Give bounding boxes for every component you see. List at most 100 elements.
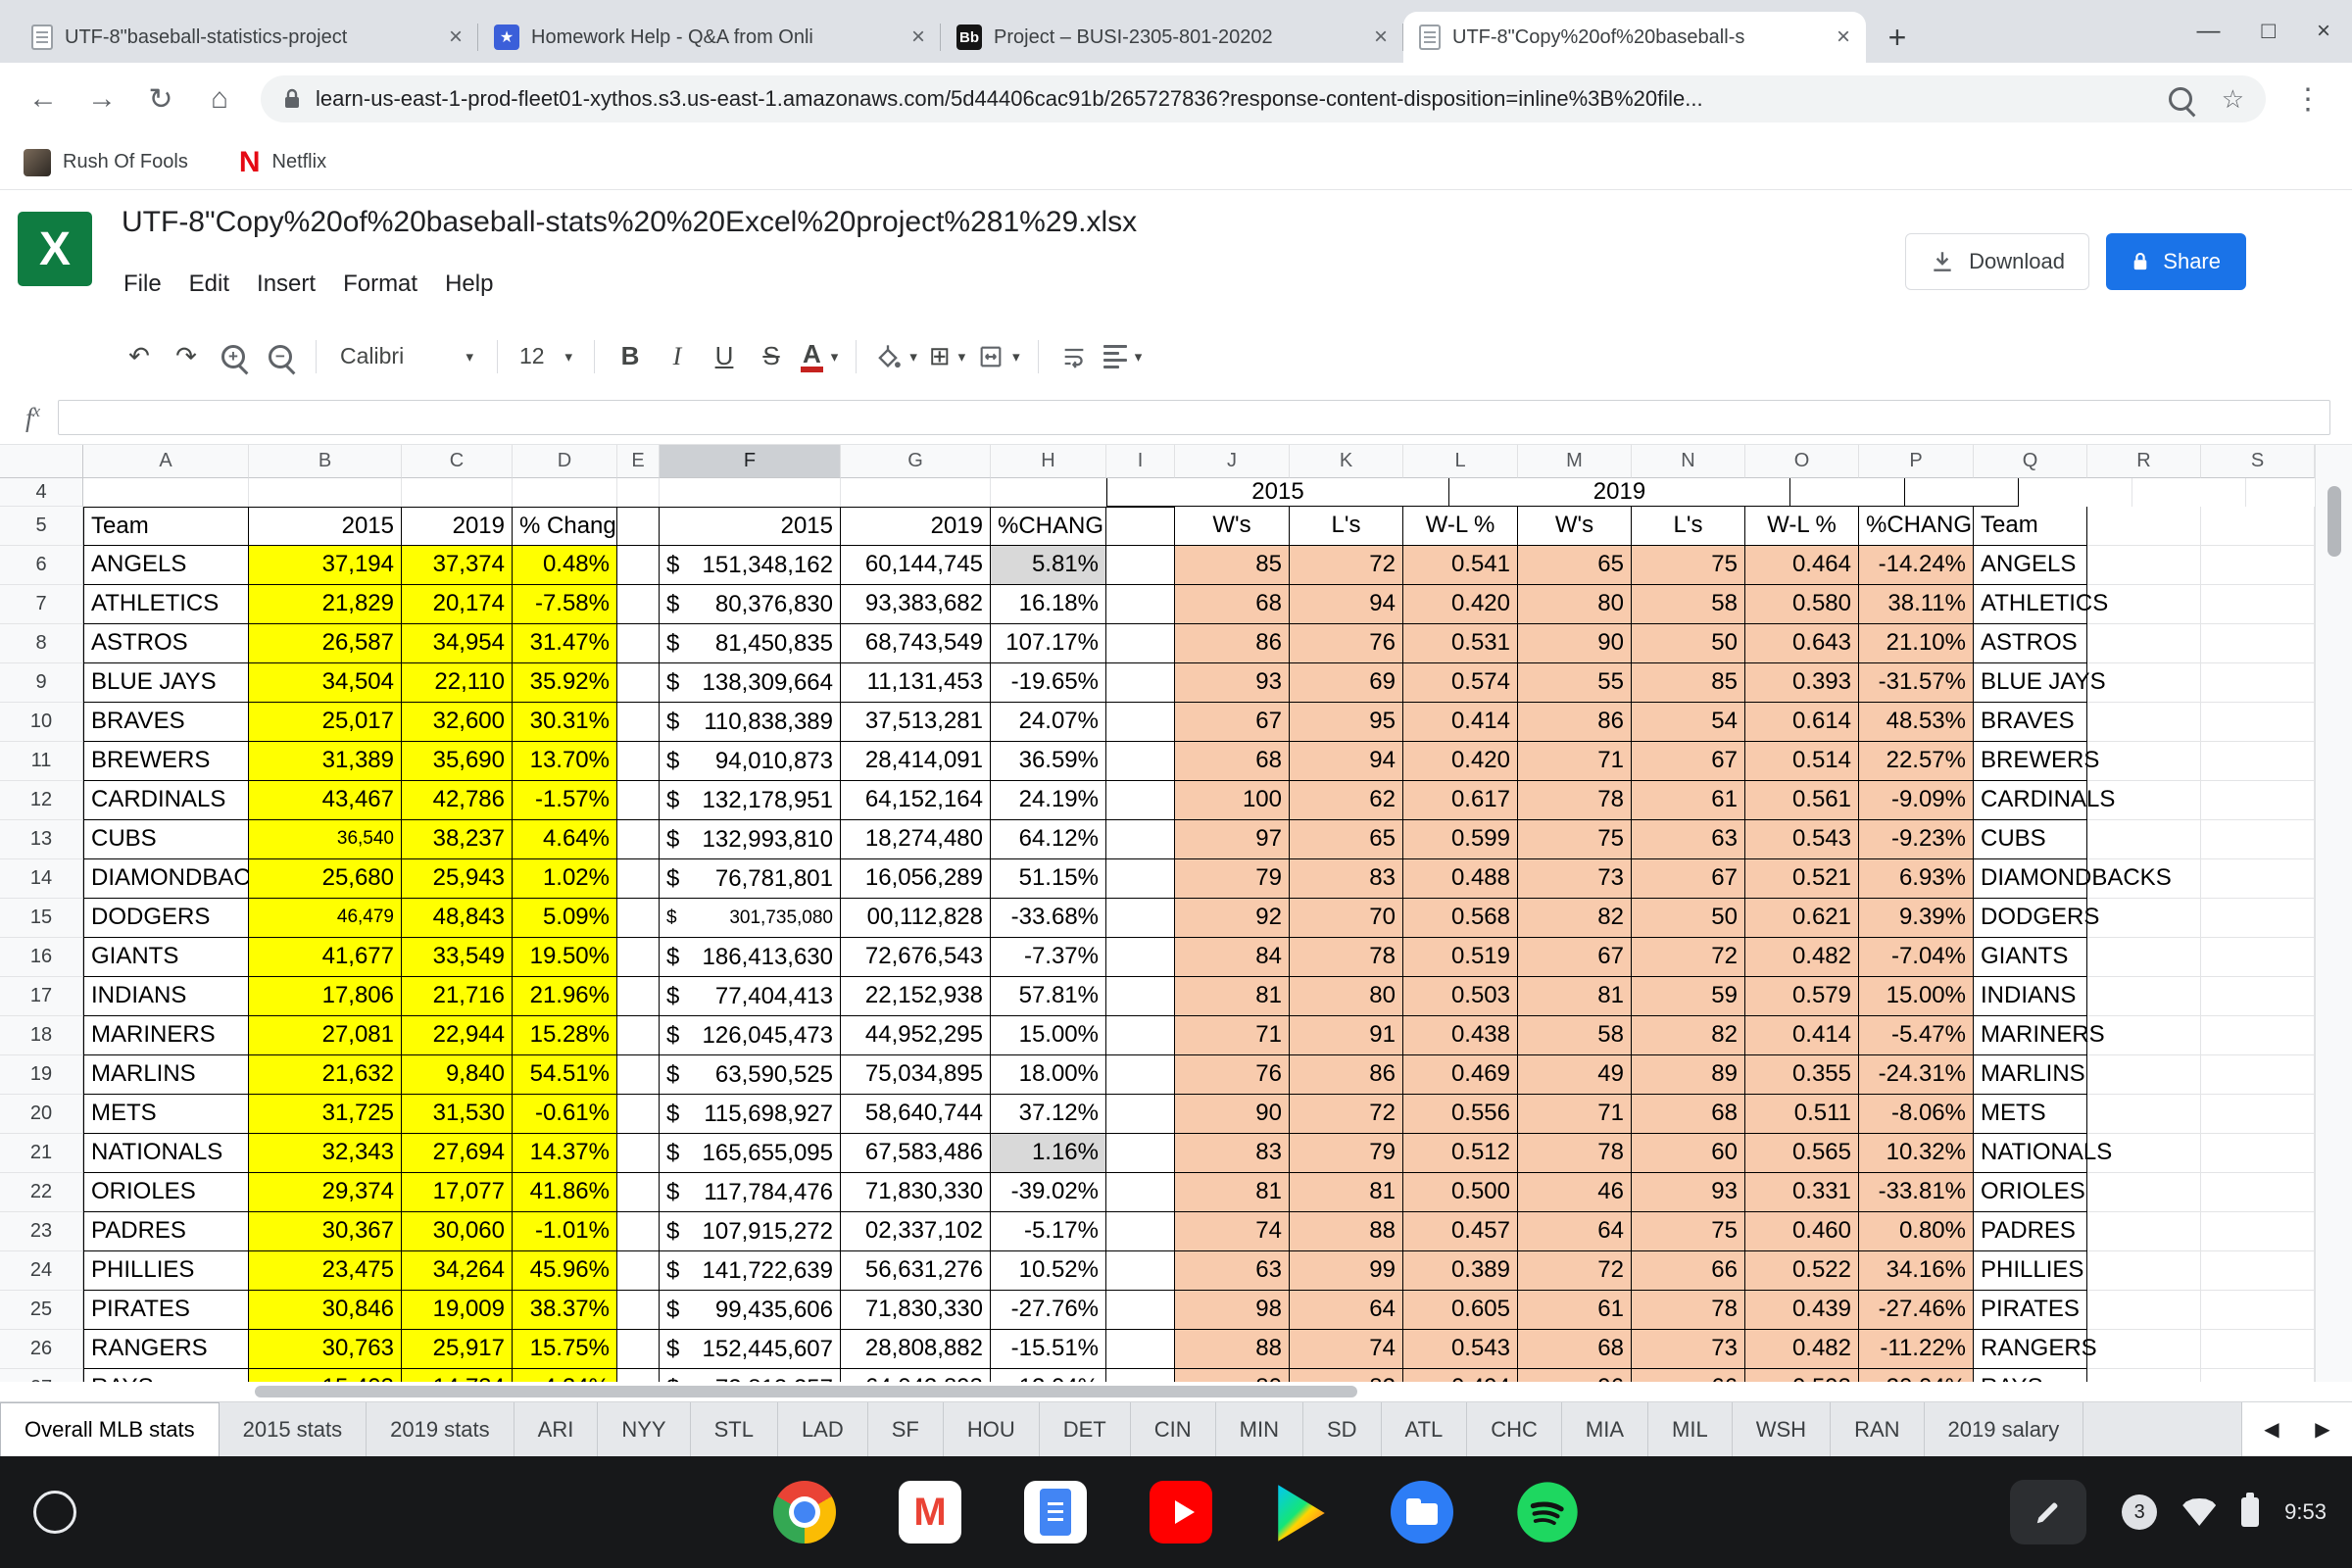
cell-J21[interactable]: 83 (1175, 1134, 1290, 1173)
cell-G16[interactable]: 72,676,543 (841, 938, 991, 977)
cell-F16[interactable]: $186,413,630 (660, 938, 841, 977)
cell-R13[interactable] (2087, 820, 2201, 859)
font-size-select[interactable]: 12 ▾ (510, 334, 582, 379)
spotify-icon[interactable] (1516, 1481, 1579, 1544)
cell-C20[interactable]: 31,530 (402, 1095, 513, 1134)
cell-L15[interactable]: 0.568 (1403, 899, 1518, 938)
cell-H15[interactable]: -33.68% (991, 899, 1106, 938)
cell-M26[interactable]: 68 (1518, 1330, 1632, 1369)
cell-N26[interactable]: 73 (1632, 1330, 1745, 1369)
cell-G24[interactable]: 56,631,276 (841, 1251, 991, 1291)
zoom-out-button[interactable]: − (257, 334, 304, 379)
cell-P27[interactable]: 20.04% (1859, 1369, 1974, 1382)
header-cell-M5[interactable]: W's (1518, 507, 1632, 546)
cell-F13[interactable]: $132,993,810 (660, 820, 841, 859)
cell-Q13[interactable]: CUBS (1974, 820, 2087, 859)
cell-J18[interactable]: 71 (1175, 1016, 1290, 1055)
cell-K14[interactable]: 83 (1290, 859, 1403, 899)
cell-I11[interactable] (1106, 742, 1175, 781)
cell-E6[interactable] (617, 546, 660, 585)
cell-K8[interactable]: 76 (1290, 624, 1403, 663)
cell-N7[interactable]: 58 (1632, 585, 1745, 624)
cell-I18[interactable] (1106, 1016, 1175, 1055)
cell-N17[interactable]: 59 (1632, 977, 1745, 1016)
cell-R24[interactable] (2087, 1251, 2201, 1291)
cell-L20[interactable]: 0.556 (1403, 1095, 1518, 1134)
cell-F6[interactable]: $151,348,162 (660, 546, 841, 585)
row-header-26[interactable]: 26 (0, 1330, 83, 1369)
cell-E24[interactable] (617, 1251, 660, 1291)
cell-A12[interactable]: CARDINALS (83, 781, 249, 820)
zoom-in-button[interactable]: + (210, 334, 257, 379)
battery-icon[interactable] (2241, 1497, 2259, 1527)
cell-L14[interactable]: 0.488 (1403, 859, 1518, 899)
column-header-H[interactable]: H (991, 445, 1106, 478)
forward-button[interactable]: → (76, 74, 127, 124)
cell-H26[interactable]: -15.51% (991, 1330, 1106, 1369)
cell-M7[interactable]: 80 (1518, 585, 1632, 624)
column-header-O[interactable]: O (1745, 445, 1859, 478)
cell-C25[interactable]: 19,009 (402, 1291, 513, 1330)
cell-N21[interactable]: 60 (1632, 1134, 1745, 1173)
cell-H9[interactable]: -19.65% (991, 663, 1106, 703)
cell-F24[interactable]: $141,722,639 (660, 1251, 841, 1291)
column-header-G[interactable]: G (841, 445, 991, 478)
cell-J8[interactable]: 86 (1175, 624, 1290, 663)
cell-D11[interactable]: 13.70% (513, 742, 617, 781)
row-header-21[interactable]: 21 (0, 1134, 83, 1173)
cell-L19[interactable]: 0.469 (1403, 1055, 1518, 1095)
cell-G14[interactable]: 16,056,289 (841, 859, 991, 899)
header-cell-O5[interactable]: W-L % (1745, 507, 1859, 546)
cell-A16[interactable]: GIANTS (83, 938, 249, 977)
new-tab-button[interactable]: + (1876, 16, 1919, 59)
cell-D13[interactable]: 4.64% (513, 820, 617, 859)
cell-Q18[interactable]: MARINERS (1974, 1016, 2087, 1055)
cell-Q10[interactable]: BRAVES (1974, 703, 2087, 742)
row-header-4[interactable]: 4 (0, 478, 83, 507)
cell-G11[interactable]: 28,414,091 (841, 742, 991, 781)
borders-button[interactable]: ⊞ ▾ (923, 334, 971, 379)
cell-N10[interactable]: 54 (1632, 703, 1745, 742)
header-cell-G5[interactable]: 2019 (841, 507, 991, 546)
cell-G9[interactable]: 11,131,453 (841, 663, 991, 703)
cell-S23[interactable] (2201, 1212, 2315, 1251)
cell-Q26[interactable]: RANGERS (1974, 1330, 2087, 1369)
cell-O8[interactable]: 0.643 (1745, 624, 1859, 663)
cell-F7[interactable]: $80,376,830 (660, 585, 841, 624)
row-header-24[interactable]: 24 (0, 1251, 83, 1291)
cell-D14[interactable]: 1.02% (513, 859, 617, 899)
cell-K9[interactable]: 69 (1290, 663, 1403, 703)
reload-button[interactable]: ↻ (135, 74, 186, 124)
cell-Q9[interactable]: BLUE JAYS (1974, 663, 2087, 703)
cell-S6[interactable] (2201, 546, 2315, 585)
cell-H19[interactable]: 18.00% (991, 1055, 1106, 1095)
cell-H22[interactable]: -39.02% (991, 1173, 1106, 1212)
browser-tab[interactable]: BbProject – BUSI-2305-801-20202× (941, 12, 1403, 63)
cell-M20[interactable]: 71 (1518, 1095, 1632, 1134)
cell-M25[interactable]: 61 (1518, 1291, 1632, 1330)
sheet-tab-stl[interactable]: STL (691, 1402, 778, 1456)
cell-A10[interactable]: BRAVES (83, 703, 249, 742)
sheet-tab-sd[interactable]: SD (1303, 1402, 1382, 1456)
cell-O15[interactable]: 0.621 (1745, 899, 1859, 938)
cell-K6[interactable]: 72 (1290, 546, 1403, 585)
cell-J12[interactable]: 100 (1175, 781, 1290, 820)
cell-B24[interactable]: 23,475 (249, 1251, 402, 1291)
cell-M16[interactable]: 67 (1518, 938, 1632, 977)
cell-G22[interactable]: 71,830,330 (841, 1173, 991, 1212)
cell-G25[interactable]: 71,830,330 (841, 1291, 991, 1330)
wifi-icon[interactable] (2182, 1498, 2216, 1526)
cell-F11[interactable]: $94,010,873 (660, 742, 841, 781)
tab-close-button[interactable]: × (1374, 24, 1388, 51)
cell-R8[interactable] (2087, 624, 2201, 663)
horizontal-scrollbar-thumb[interactable] (255, 1386, 1357, 1397)
underline-button[interactable]: U (701, 334, 748, 379)
cell-H25[interactable]: -27.76% (991, 1291, 1106, 1330)
cell-A18[interactable]: MARINERS (83, 1016, 249, 1055)
column-header-F[interactable]: F (660, 445, 841, 478)
row-header-27[interactable]: 27 (0, 1369, 83, 1382)
cell-E12[interactable] (617, 781, 660, 820)
cell-O14[interactable]: 0.521 (1745, 859, 1859, 899)
cell-A22[interactable]: ORIOLES (83, 1173, 249, 1212)
text-color-button[interactable]: A ▾ (795, 334, 844, 379)
